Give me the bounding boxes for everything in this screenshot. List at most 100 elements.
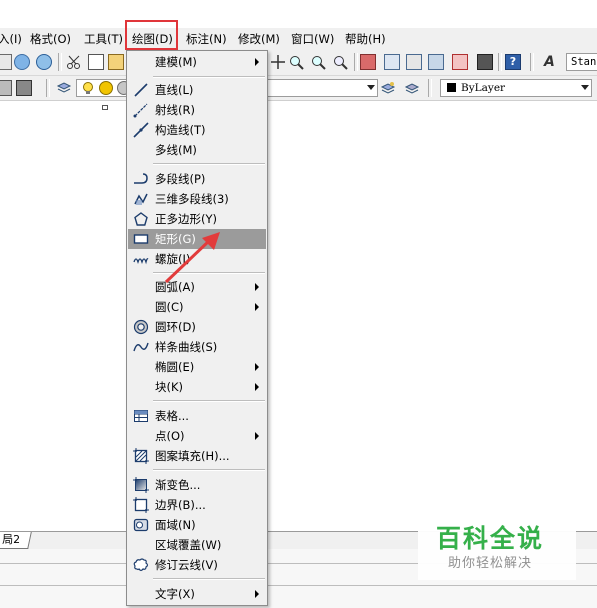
- menu-item-label: 射线(R): [155, 103, 195, 117]
- submenu-arrow-icon: [255, 432, 259, 440]
- zoom-realtime-icon[interactable]: [288, 54, 304, 70]
- menu-separator: [153, 400, 265, 402]
- annotation-arrow: [164, 232, 220, 284]
- watermark: 百科全说 助你轻松解决: [418, 522, 576, 580]
- properties-icon[interactable]: [360, 54, 376, 70]
- calculator-icon[interactable]: [477, 54, 493, 70]
- menu-item-multiline[interactable]: 多线(M): [128, 140, 266, 160]
- menu-item-label: 点(O): [155, 429, 185, 443]
- menu-item-block[interactable]: 块(K): [128, 377, 266, 397]
- menu-item-boundary[interactable]: 边界(B)...: [128, 495, 266, 515]
- linetype-combo[interactable]: ByLayer: [440, 79, 592, 97]
- pan-icon[interactable]: [270, 54, 286, 70]
- toolbar-separator: [428, 79, 432, 97]
- menu-tools[interactable]: 工具(T): [84, 31, 123, 47]
- menu-item-text[interactable]: 文字(X): [128, 584, 266, 604]
- menu-item-gradient[interactable]: 渐变色...: [128, 475, 266, 495]
- menu-item-ellipse[interactable]: 椭圆(E): [128, 357, 266, 377]
- menu-item-spline[interactable]: 样条曲线(S): [128, 337, 266, 357]
- polygon-icon: [134, 212, 148, 226]
- menu-item-label: 椭圆(E): [155, 360, 195, 374]
- menu-item-polygon[interactable]: 正多边形(Y): [128, 209, 266, 229]
- divider: [0, 585, 597, 586]
- layer-name-combo[interactable]: [268, 79, 378, 97]
- table-icon: [134, 410, 148, 422]
- menu-item-line[interactable]: 直线(L): [128, 80, 266, 100]
- toolbar-separator: [354, 53, 358, 71]
- toolbar-separator: [58, 53, 62, 71]
- ucs-marker: [102, 105, 108, 110]
- menu-item-label: 多段线(P): [155, 172, 206, 186]
- menu-window[interactable]: 窗口(W): [291, 31, 334, 47]
- menu-item-label: 直线(L): [155, 83, 194, 97]
- markup-icon[interactable]: [452, 54, 468, 70]
- menu-item-construction-line[interactable]: 构造线(T): [128, 120, 266, 140]
- submenu-arrow-icon: [255, 363, 259, 371]
- menu-item-label: 边界(B)...: [155, 498, 206, 512]
- menu-modify[interactable]: 修改(M): [238, 31, 280, 47]
- menu-item-table[interactable]: 表格...: [128, 406, 266, 426]
- menu-item-label: 圆环(D): [155, 320, 196, 334]
- plot-icon[interactable]: [36, 54, 52, 70]
- menu-format[interactable]: 格式(O): [30, 31, 71, 47]
- menu-help[interactable]: 帮助(H): [345, 31, 386, 47]
- menu-item-3d-polyline[interactable]: 三维多段线(3): [128, 189, 266, 209]
- spline-icon: [133, 342, 149, 352]
- helix-icon: [133, 258, 149, 265]
- menu-dimension[interactable]: 标注(N): [186, 31, 227, 47]
- menu-item-wipeout[interactable]: 区域覆盖(W): [128, 535, 266, 555]
- gradient-icon: [133, 477, 149, 493]
- hatch-icon: [133, 448, 149, 464]
- menu-separator: [153, 469, 265, 471]
- layer-previous-2-icon[interactable]: [404, 80, 420, 96]
- paste-icon[interactable]: [108, 54, 124, 70]
- menu-item-circle[interactable]: 圆(C): [128, 297, 266, 317]
- cut-icon[interactable]: [66, 54, 82, 70]
- ray-icon: [133, 103, 148, 118]
- menu-insert[interactable]: 入(I): [0, 31, 22, 47]
- layer-manager-icon[interactable]: [56, 80, 72, 96]
- menu-item-hatch[interactable]: 图案填充(H)...: [128, 446, 266, 466]
- layer-combo[interactable]: [76, 79, 131, 97]
- menu-item-modeling[interactable]: 建模(M): [128, 52, 266, 72]
- layer-state-icon[interactable]: [16, 80, 32, 96]
- submenu-arrow-icon: [255, 383, 259, 391]
- design-center-icon[interactable]: [384, 54, 400, 70]
- menu-bar: 入(I) 格式(O) 工具(T) 绘图(D) 标注(N) 修改(M) 窗口(W)…: [0, 28, 597, 51]
- menu-item-polyline[interactable]: 多段线(P): [128, 169, 266, 189]
- menu-item-region[interactable]: 面域(N): [128, 515, 266, 535]
- drawing-area[interactable]: [0, 101, 597, 531]
- layers-toolbar: ByLayer: [0, 76, 597, 101]
- menu-item-label: 渐变色...: [155, 478, 201, 492]
- tab-layout2[interactable]: 局2: [0, 532, 32, 549]
- sheet-set-icon[interactable]: [428, 54, 444, 70]
- menu-item-ray[interactable]: 射线(R): [128, 100, 266, 120]
- menu-item-label: 正多边形(Y): [155, 212, 217, 226]
- annotation-highlight-box: [125, 20, 178, 50]
- watermark-subtitle: 助你轻松解决: [448, 556, 533, 571]
- text-style-combo[interactable]: Stan: [566, 53, 597, 71]
- publish-icon[interactable]: [14, 54, 30, 70]
- layer-previous-icon[interactable]: [0, 80, 12, 96]
- open-icon[interactable]: [0, 54, 12, 70]
- watermark-title: 百科全说: [436, 524, 545, 553]
- menu-item-point[interactable]: 点(O): [128, 426, 266, 446]
- make-current-layer-icon[interactable]: [380, 80, 396, 96]
- boundary-icon: [133, 497, 149, 513]
- zoom-previous-icon[interactable]: [332, 54, 348, 70]
- help-icon[interactable]: ?: [505, 54, 521, 70]
- menu-separator: [153, 76, 265, 78]
- submenu-arrow-icon: [255, 58, 259, 66]
- tab-layout2-label: 局2: [2, 533, 21, 546]
- menu-item-revision-cloud[interactable]: 修订云线(V): [128, 555, 266, 575]
- menu-item-donut[interactable]: 圆环(D): [128, 317, 266, 337]
- copy-icon[interactable]: [88, 54, 104, 70]
- zoom-window-icon[interactable]: [310, 54, 326, 70]
- menu-item-label: 样条曲线(S): [155, 340, 218, 354]
- window-top-strip: [0, 0, 597, 29]
- polyline-icon: [134, 173, 148, 184]
- text-style-icon[interactable]: A: [544, 54, 560, 70]
- revcloud-icon: [133, 558, 149, 572]
- submenu-arrow-icon: [255, 303, 259, 311]
- tool-palettes-icon[interactable]: [406, 54, 422, 70]
